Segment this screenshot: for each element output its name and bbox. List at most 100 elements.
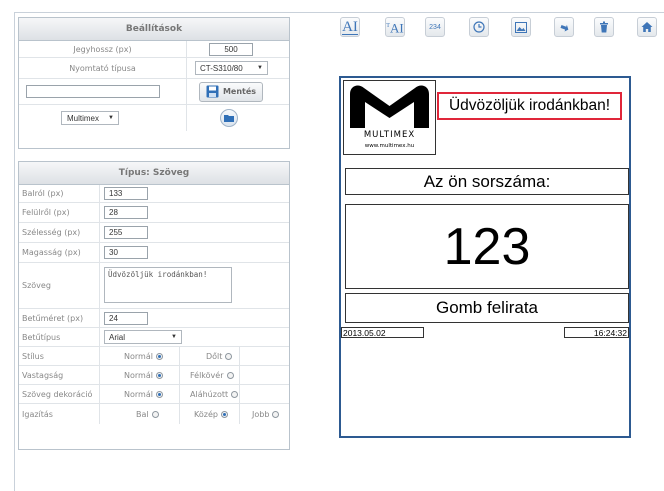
- font-size-input[interactable]: 24: [104, 311, 148, 325]
- decoration-underline-option[interactable]: Aláhúzott: [190, 385, 239, 403]
- align-center-option[interactable]: Közép: [194, 404, 228, 424]
- printer-type-row: Nyomtató típusa CT-S310/80 ▼: [19, 58, 289, 79]
- radio-icon[interactable]: [155, 371, 163, 379]
- style-normal-option[interactable]: Normál: [124, 347, 163, 365]
- image-tool-button[interactable]: [511, 17, 531, 37]
- settings-panel: Beállítások Jegyhossz (px) 500 Nyomtató …: [18, 17, 290, 149]
- font-size-row: Betűméret (px) 24: [19, 309, 289, 328]
- align-right-option[interactable]: Jobb: [252, 404, 280, 424]
- printer-type-select[interactable]: CT-S310/80 ▼: [195, 61, 268, 75]
- weight-bold-option[interactable]: Félkövér: [190, 366, 234, 384]
- decoration-normal-label: Normál: [124, 389, 153, 399]
- template-value: Multimex: [67, 113, 100, 123]
- text-textarea[interactable]: Üdvözöljük irodánkban!: [104, 267, 232, 303]
- width-label: Szélesség (px): [22, 228, 81, 237]
- number-tool-button[interactable]: 234: [425, 17, 445, 37]
- printer-type-value: CT-S310/80: [200, 63, 243, 73]
- height-label: Magasság (px): [22, 248, 81, 257]
- font-size-label: Betűméret (px): [22, 313, 84, 323]
- text-tool-button[interactable]: AI: [340, 17, 360, 37]
- date-field[interactable]: 2013.05.02: [341, 327, 424, 338]
- button-caption[interactable]: Gomb felirata: [345, 293, 629, 323]
- your-number-label[interactable]: Az ön sorszáma:: [345, 168, 629, 195]
- font-value: Arial: [109, 332, 126, 342]
- logo-text: MULTIMEX: [363, 130, 416, 140]
- save-row: Mentés: [19, 79, 289, 105]
- welcome-text-element[interactable]: Üdvözöljük irodánkban!: [437, 92, 622, 120]
- top-label: Felülről (px): [22, 208, 70, 217]
- style-italic-label: Dőlt: [206, 351, 223, 361]
- font-label: Betűtípus: [22, 332, 61, 342]
- top-input[interactable]: 28: [104, 206, 148, 219]
- align-label: Igazítás: [22, 409, 53, 419]
- printer-type-label: Nyomtató típusa: [69, 63, 136, 73]
- decoration-label: Szöveg dekoráció: [22, 389, 93, 399]
- chevron-down-icon: ▼: [108, 115, 114, 121]
- left-label: Balról (px): [22, 189, 64, 198]
- radio-icon[interactable]: [155, 352, 163, 360]
- logo-url: www.multimex.hu: [364, 143, 415, 149]
- template-dropdown[interactable]: Multimex ▼: [61, 111, 119, 125]
- text-row: Szöveg Üdvözöljük irodánkban!: [19, 263, 289, 309]
- number-icon: 234: [429, 23, 441, 31]
- home-tool-button[interactable]: [637, 17, 657, 37]
- text-label: Szöveg: [22, 281, 51, 290]
- weight-bold-label: Félkövér: [190, 370, 224, 380]
- delete-tool-button[interactable]: [594, 17, 614, 37]
- floppy-disk-icon: [206, 85, 219, 98]
- template-row: Multimex ▼: [19, 105, 289, 131]
- ticket-length-label: Jegyhossz (px): [73, 44, 132, 54]
- move-down-tool-button[interactable]: [554, 17, 574, 37]
- align-right-label: Jobb: [252, 409, 270, 419]
- queue-number[interactable]: 123: [345, 204, 629, 289]
- delete-icon: [600, 21, 608, 33]
- type-panel-title: Típus: Szöveg: [19, 162, 289, 185]
- weight-normal-label: Normál: [124, 370, 153, 380]
- style-italic-option[interactable]: Dőlt: [206, 347, 233, 365]
- align-left-label: Bal: [136, 409, 149, 419]
- align-left-option[interactable]: Bal: [136, 404, 159, 424]
- width-input[interactable]: 255: [104, 226, 148, 239]
- ticket-length-input[interactable]: 500: [209, 42, 253, 56]
- radio-icon[interactable]: [220, 410, 228, 418]
- decoration-normal-option[interactable]: Normál: [124, 385, 163, 403]
- save-button[interactable]: Mentés: [199, 81, 263, 102]
- radio-icon[interactable]: [225, 352, 233, 360]
- ticket-preview: MULTIMEX www.multimex.hu Üdvözöljük irod…: [339, 76, 631, 438]
- arrow-down-icon: [560, 24, 569, 32]
- clock-icon: [473, 21, 485, 33]
- text-icon: AI: [342, 18, 358, 35]
- logo[interactable]: MULTIMEX www.multimex.hu: [343, 80, 436, 155]
- clock-tool-button[interactable]: [469, 17, 489, 37]
- time-field[interactable]: 16:24:32: [564, 327, 629, 338]
- radio-icon[interactable]: [231, 390, 239, 398]
- radio-icon[interactable]: [155, 390, 163, 398]
- font-select[interactable]: Arial ▼: [104, 330, 182, 344]
- style-normal-label: Normál: [124, 351, 153, 361]
- text-alt-icon: TAI: [386, 20, 404, 36]
- left-input[interactable]: 133: [104, 187, 148, 200]
- folder-icon: [224, 115, 234, 122]
- type-panel: Típus: Szöveg Balról (px) 133 Felülről (…: [18, 161, 290, 450]
- top-row: Felülről (px) 28: [19, 203, 289, 223]
- style-label: Stílus: [22, 351, 44, 361]
- font-row: Betűtípus Arial ▼: [19, 328, 289, 347]
- weight-row: Vastagság Normál Félkövér: [19, 366, 289, 385]
- width-row: Szélesség (px) 255: [19, 223, 289, 243]
- template-name-input[interactable]: [26, 85, 160, 98]
- image-icon: [515, 21, 527, 33]
- open-folder-button[interactable]: [220, 109, 238, 127]
- save-button-label: Mentés: [222, 87, 257, 96]
- left-row: Balról (px) 133: [19, 185, 289, 203]
- radio-icon[interactable]: [272, 410, 280, 418]
- radio-icon[interactable]: [151, 410, 159, 418]
- radio-icon[interactable]: [226, 371, 234, 379]
- chevron-down-icon: ▼: [257, 65, 263, 71]
- height-input[interactable]: 30: [104, 246, 148, 259]
- settings-panel-title: Beállítások: [19, 18, 289, 41]
- weight-label: Vastagság: [22, 370, 64, 380]
- ticket-length-row: Jegyhossz (px) 500: [19, 41, 289, 58]
- style-row: Stílus Normál Dőlt: [19, 347, 289, 366]
- text-alt-tool-button[interactable]: TAI: [385, 17, 405, 37]
- weight-normal-option[interactable]: Normál: [124, 366, 163, 384]
